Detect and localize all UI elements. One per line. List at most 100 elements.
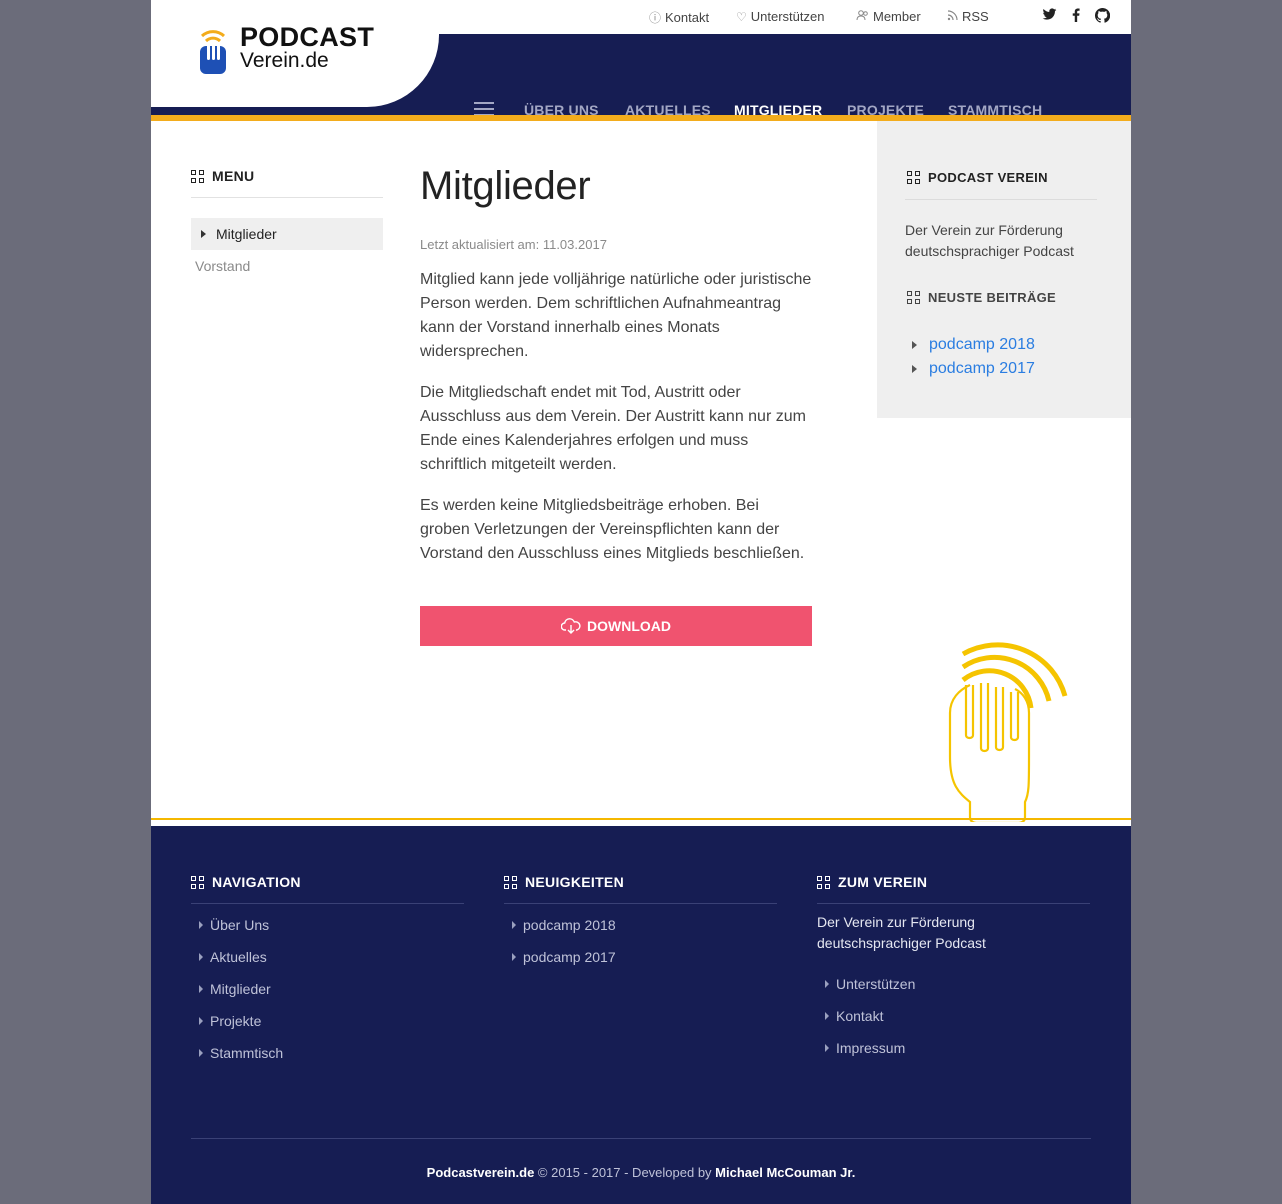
footer-link-aktuelles[interactable]: Aktuelles [191,941,464,973]
grid-icon [907,291,920,304]
paragraph-2: Die Mitgliedschaft endet mit Tod, Austri… [420,384,806,473]
sidebar-post-label: podcamp 2018 [929,336,1035,353]
podcast-hand-mascot-icon [948,642,1068,822]
footer-link-label: Aktuelles [210,949,267,965]
footer-verein-column: ZUM VEREIN Der Verein zur Förderung deut… [817,874,1090,1064]
caret-right-icon [912,365,917,373]
left-menu-title: MENU [191,168,383,184]
footer-news-column: NEUIGKEITEN podcamp 2018 podcamp 2017 [504,874,777,973]
caret-right-icon [201,230,206,238]
paragraph-1: Mitglied kann jede volljährige natürlich… [420,271,812,360]
footer-post-link[interactable]: podcamp 2017 [504,941,777,973]
footer-navigation-column: NAVIGATION Über Uns Aktuelles Mitglieder… [191,874,464,1069]
left-menu-item-vorstand[interactable]: Vorstand [191,250,383,282]
caret-right-icon [199,1049,203,1057]
download-button[interactable]: DOWNLOAD [420,606,812,646]
hamburger-menu-icon[interactable] [474,102,494,116]
divider [817,903,1090,904]
logo-hand-icon [200,30,226,74]
github-icon[interactable] [1094,7,1111,26]
footer-link-label: Impressum [836,1040,906,1056]
footer-link-stammtisch[interactable]: Stammtisch [191,1037,464,1069]
footer-link-ueber-uns[interactable]: Über Uns [191,909,464,941]
caret-right-icon [512,921,516,929]
footer-link-label: Mitglieder [210,981,271,997]
footer-post-link[interactable]: podcamp 2018 [504,909,777,941]
download-button-label: DOWNLOAD [587,618,671,634]
footer-link-projekte[interactable]: Projekte [191,1005,464,1037]
main-content: Mitglieder Letzt aktualisiert am: 11.03.… [420,164,812,646]
topbar-link-member[interactable]: Member [856,9,921,24]
footer-link-label: Projekte [210,1013,262,1029]
divider [191,197,383,198]
logo-title: PODCAST [240,22,375,52]
question-circle-icon: ⓘ [649,11,662,25]
topbar-link-label: RSS [962,9,989,24]
footer-link-label: Über Uns [210,917,270,933]
sidebar-posts-title: NEUSTE BEITRÄGE [907,290,1056,305]
grid-icon [191,875,204,889]
sidebar-post-link[interactable]: podcamp 2017 [912,360,1035,378]
topbar-link-label: Kontakt [665,10,710,25]
sidebar-post-link[interactable]: podcamp 2018 [912,336,1035,354]
footer-link-mitglieder[interactable]: Mitglieder [191,973,464,1005]
site-header: ⓘ Kontakt ♡ Unterstützen Member RSS ÜBER… [151,0,1131,121]
caret-right-icon [825,1012,829,1020]
page-title: Mitglieder [420,164,591,208]
footer-link-label: Kontakt [836,1008,884,1024]
copyright-site: Podcastverein.de [426,1165,535,1180]
topbar-link-label: Unterstützen [750,9,825,24]
last-updated: Letzt aktualisiert am: 11.03.2017 [420,237,607,252]
sidebar-posts-title-text: NEUSTE BEITRÄGE [928,290,1057,305]
cloud-download-icon [561,618,581,634]
sidebar-verein-title-text: PODCAST VEREIN [928,170,1048,185]
users-icon [856,9,869,24]
left-menu-title-text: MENU [212,168,255,184]
copyright: Podcastverein.de © 2015 - 2017 - Develop… [151,1165,1131,1180]
caret-right-icon [199,953,203,961]
footer-link-label: podcamp 2018 [523,917,616,933]
caret-right-icon [825,980,829,988]
footer-verein-title: ZUM VEREIN [817,874,1090,890]
topbar-link-kontakt[interactable]: ⓘ Kontakt [649,9,709,26]
footer-divider [191,1138,1091,1139]
grid-icon [817,875,830,889]
footer-news-title: NEUIGKEITEN [504,874,777,890]
footer-accent-line [151,818,1131,820]
footer-link-kontakt[interactable]: Kontakt [817,1000,1090,1032]
footer-news-title-text: NEUIGKEITEN [525,874,624,890]
rss-icon [947,9,958,24]
sidebar-post-label: podcamp 2017 [929,360,1035,377]
caret-right-icon [199,985,203,993]
paragraph-3: Es werden keine Mitgliedsbeiträge erhobe… [420,497,805,562]
topbar-link-rss[interactable]: RSS [947,9,989,24]
footer-link-label: podcamp 2017 [523,949,616,965]
left-menu: MENU Mitglieder Vorstand [191,168,383,282]
caret-right-icon [199,1017,203,1025]
caret-right-icon [825,1044,829,1052]
left-menu-item-label: Mitglieder [216,226,277,242]
sidebar-verein-description: Der Verein zur Förderung deutschsprachig… [905,222,1074,259]
footer-navigation-title-text: NAVIGATION [212,874,301,890]
footer-link-impressum[interactable]: Impressum [817,1032,1090,1064]
caret-right-icon [912,341,917,349]
divider [191,903,464,904]
topbar-link-unterstuetzen[interactable]: ♡ Unterstützen [736,9,824,24]
footer-verein-description: Der Verein zur Förderung deutschsprachig… [817,914,986,951]
copyright-text: © 2015 - 2017 - Developed by [534,1165,716,1180]
topbar-link-label: Member [873,9,921,24]
footer-verein-title-text: ZUM VEREIN [838,874,928,890]
left-menu-item-mitglieder[interactable]: Mitglieder [191,218,383,250]
copyright-author: Michael McCouman Jr. [715,1165,856,1180]
facebook-icon[interactable] [1072,8,1080,25]
right-sidebar: PODCAST VEREIN Der Verein zur Förderung … [877,121,1131,418]
divider [504,903,777,904]
site-logo[interactable]: PODCAST Verein.de [196,24,374,76]
grid-icon [504,875,517,889]
page: ⓘ Kontakt ♡ Unterstützen Member RSS ÜBER… [151,0,1131,1204]
grid-icon [907,171,920,184]
caret-right-icon [199,921,203,929]
caret-right-icon [512,953,516,961]
footer-link-unterstuetzen[interactable]: Unterstützen [817,968,1090,1000]
twitter-icon[interactable] [1042,8,1057,24]
